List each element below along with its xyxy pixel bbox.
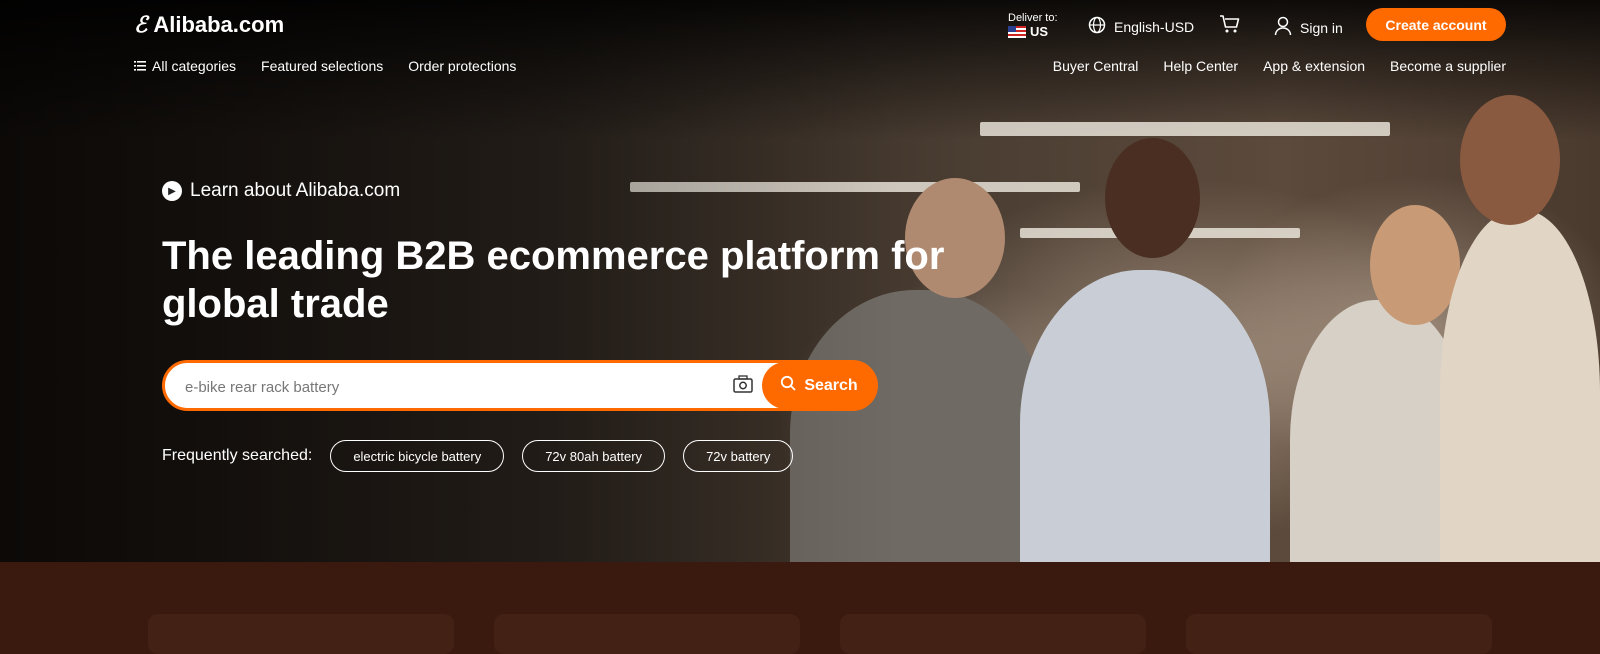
all-categories-label: All categories (152, 58, 237, 74)
category-card[interactable] (494, 614, 800, 654)
featured-selections-link[interactable]: Featured selections (261, 58, 383, 74)
user-icon (1274, 16, 1292, 39)
sign-in-label: Sign in (1300, 19, 1343, 36)
language-currency-selector[interactable]: English-USD (1088, 16, 1194, 37)
alibaba-logo-icon: ℰ (134, 12, 148, 37)
hero-content: ▶ Learn about Alibaba.com The leading B2… (162, 180, 1062, 472)
globe-icon (1088, 16, 1106, 37)
category-card[interactable] (1186, 614, 1492, 654)
sign-in-link[interactable]: Sign in (1274, 16, 1343, 39)
alibaba-logo[interactable]: ℰ Alibaba.com (134, 12, 284, 38)
learn-about-label: Learn about Alibaba.com (190, 180, 401, 201)
language-label: English-USD (1114, 18, 1195, 35)
search-chip[interactable]: 72v 80ah battery (522, 440, 666, 472)
buyer-central-link[interactable]: Buyer Central (1053, 58, 1139, 74)
create-account-button[interactable]: Create account (1366, 8, 1506, 41)
deliver-country: US (1030, 24, 1049, 39)
deliver-to-selector[interactable]: Deliver to: US (1008, 11, 1058, 39)
help-center-link[interactable]: Help Center (1163, 58, 1238, 74)
frequently-searched-label: Frequently searched: (162, 447, 313, 464)
order-protections-link[interactable]: Order protections (408, 58, 516, 74)
cart-icon[interactable] (1219, 14, 1241, 39)
category-card[interactable] (840, 614, 1146, 654)
search-button[interactable]: Search (762, 362, 876, 409)
logo-text: Alibaba.com (153, 12, 285, 37)
top-header: ℰ Alibaba.com Deliver to: US English-USD… (134, 8, 1506, 42)
secondary-nav: All categories Featured selections Order… (134, 58, 1506, 78)
menu-icon (134, 58, 146, 74)
search-icon (780, 375, 796, 396)
search-input[interactable] (183, 375, 707, 399)
app-extension-link[interactable]: App & extension (1263, 58, 1365, 74)
deliver-label: Deliver to: (1008, 12, 1058, 24)
learn-about-link[interactable]: ▶ Learn about Alibaba.com (162, 180, 1062, 202)
become-supplier-link[interactable]: Become a supplier (1390, 58, 1506, 74)
frequently-searched: Frequently searched: electric bicycle ba… (162, 440, 794, 472)
search-chip[interactable]: electric bicycle battery (330, 440, 505, 472)
search-bar: Search (162, 360, 878, 411)
camera-search-icon[interactable] (733, 375, 753, 398)
us-flag-icon (1008, 26, 1026, 38)
category-card[interactable] (148, 614, 454, 654)
search-chip[interactable]: 72v battery (683, 440, 794, 472)
play-icon: ▶ (162, 181, 182, 201)
hero-headline: The leading B2B ecommerce platform for g… (162, 234, 945, 326)
all-categories-menu[interactable]: All categories (134, 58, 236, 74)
search-button-label: Search (804, 376, 858, 394)
